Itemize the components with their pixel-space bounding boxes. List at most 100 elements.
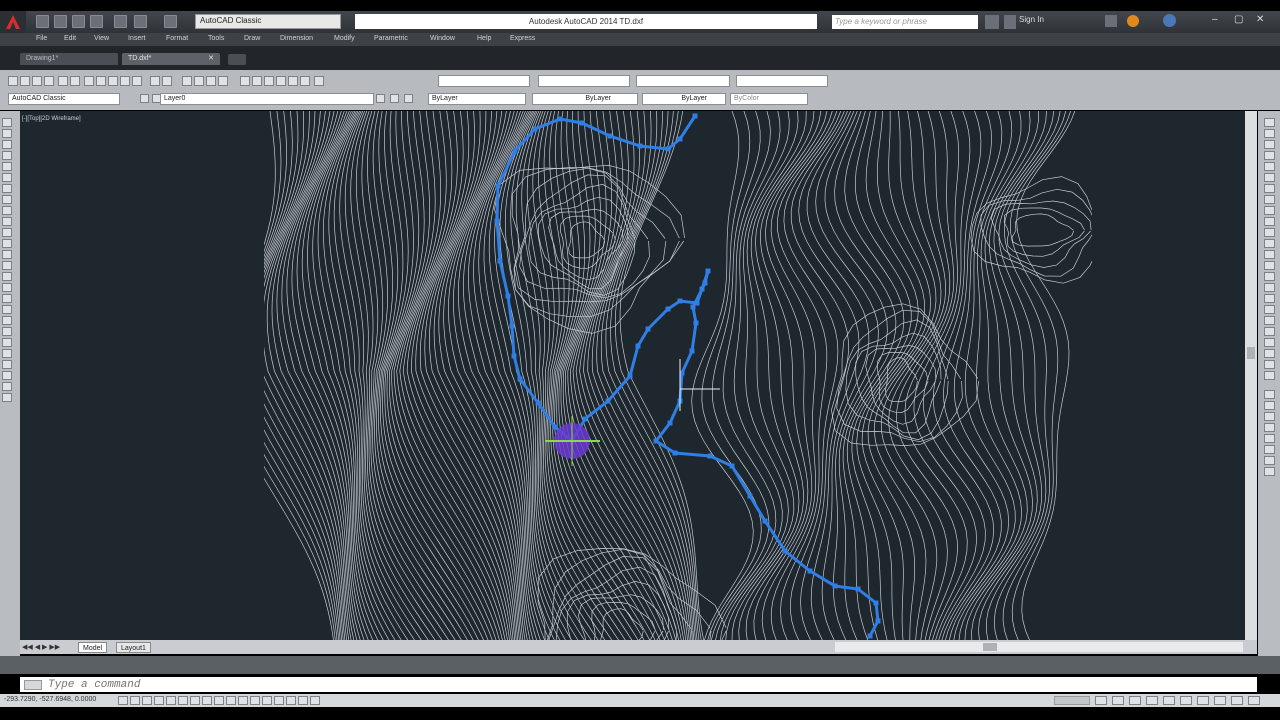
status-tray-icon-8[interactable] [1214, 696, 1226, 705]
draw-tool-icon-20[interactable] [2, 327, 12, 336]
open-file-icon[interactable] [20, 76, 30, 86]
extra-tool-icon-7[interactable] [1264, 456, 1275, 465]
layer-state-icon-2[interactable] [390, 94, 399, 103]
layout-nav-arrows-icon[interactable]: ◀◀ ◀ ▶ ▶▶ [22, 643, 60, 651]
properties-icon[interactable] [240, 76, 250, 86]
status-toggle-icon-12[interactable] [250, 696, 260, 705]
status-toggle-icon-14[interactable] [274, 696, 284, 705]
status-toggle-icon-2[interactable] [130, 696, 140, 705]
zoom-realtime-icon[interactable] [194, 76, 204, 86]
linetype-combo[interactable]: ByLayer [532, 93, 638, 105]
menu-file[interactable]: File [36, 35, 47, 42]
menu-modify[interactable]: Modify [334, 35, 355, 42]
model-space-button[interactable] [1054, 696, 1090, 705]
vertical-scrollbar[interactable] [1245, 111, 1257, 641]
polyline-grip[interactable] [699, 286, 705, 292]
command-input[interactable] [48, 678, 548, 691]
new-icon[interactable] [36, 15, 49, 28]
draw-tool-icon-3[interactable] [2, 140, 12, 149]
draw-tool-icon-12[interactable] [2, 239, 12, 248]
draw-tool-icon-23[interactable] [2, 360, 12, 369]
viewport-controls-label[interactable]: [-][Top][2D Wireframe] [22, 116, 81, 122]
extra-tool-icon-3[interactable] [1264, 412, 1275, 421]
polyline-grip[interactable] [582, 416, 588, 422]
polyline-grip[interactable] [690, 304, 696, 310]
tab-model[interactable]: Model [78, 642, 108, 653]
plot-icon[interactable] [114, 15, 127, 28]
status-tray-icon-5[interactable] [1163, 696, 1175, 705]
status-toggle-icon-10[interactable] [226, 696, 236, 705]
status-tray-icon-9[interactable] [1231, 696, 1243, 705]
modify-tool-icon-12[interactable] [1264, 239, 1275, 248]
markup-icon[interactable] [288, 76, 298, 86]
extra-tool-icon-1[interactable] [1264, 390, 1275, 399]
modify-tool-icon-14[interactable] [1264, 261, 1275, 270]
status-toggle-icon-16[interactable] [298, 696, 308, 705]
pan-icon[interactable] [182, 76, 192, 86]
polyline-grip[interactable] [653, 438, 659, 444]
color-combo[interactable]: ByLayer [428, 93, 526, 105]
plotstyle-combo[interactable]: ByColor [730, 93, 808, 105]
vertical-scroll-thumb[interactable] [1247, 347, 1255, 359]
polyline-grip[interactable] [672, 450, 678, 456]
subscription-icon[interactable] [1127, 15, 1139, 27]
status-tray-icon-2[interactable] [1112, 696, 1124, 705]
polyline-grip[interactable] [494, 218, 500, 224]
polyline-grip[interactable] [665, 306, 671, 312]
polyline-grip[interactable] [579, 120, 585, 126]
polyline-grip[interactable] [557, 116, 563, 122]
modify-tool-icon-15[interactable] [1264, 272, 1275, 281]
polyline-grip[interactable] [637, 143, 643, 149]
status-toggle-icon-13[interactable] [262, 696, 272, 705]
new-tab-icon[interactable] [228, 54, 246, 65]
polyline-grip[interactable] [532, 126, 538, 132]
extra-tool-icon-4[interactable] [1264, 423, 1275, 432]
menu-draw[interactable]: Draw [244, 35, 260, 42]
status-toggle-icon-9[interactable] [214, 696, 224, 705]
modify-tool-icon-10[interactable] [1264, 217, 1275, 226]
polyline-grip[interactable] [512, 148, 518, 154]
draw-tool-icon-4[interactable] [2, 151, 12, 160]
tab-drawing1[interactable]: Drawing1* [20, 53, 118, 65]
draw-tool-icon-15[interactable] [2, 272, 12, 281]
polyline-grip[interactable] [645, 326, 651, 332]
menu-dimension[interactable]: Dimension [280, 35, 313, 42]
close-tab-icon[interactable]: ✕ [208, 53, 214, 65]
modify-tool-icon-20[interactable] [1264, 327, 1275, 336]
status-toggle-icon-15[interactable] [286, 696, 296, 705]
polyline-grip[interactable] [693, 320, 699, 326]
status-toggle-icon-17[interactable] [310, 696, 320, 705]
undo-icon[interactable] [134, 15, 147, 28]
polyline-grip[interactable] [509, 323, 515, 329]
status-toggle-icon-4[interactable] [154, 696, 164, 705]
multileader-combo[interactable] [736, 75, 828, 87]
lineweight-combo[interactable]: ByLayer [642, 93, 726, 105]
modify-tool-icon-1[interactable] [1264, 118, 1275, 127]
menu-parametric[interactable]: Parametric [374, 35, 408, 42]
modify-tool-icon-4[interactable] [1264, 151, 1275, 160]
menu-help[interactable]: Help [477, 35, 491, 42]
polyline-grip[interactable] [692, 113, 698, 119]
modify-tool-icon-5[interactable] [1264, 162, 1275, 171]
draw-tool-icon-18[interactable] [2, 305, 12, 314]
workspace-select[interactable]: AutoCAD Classic [195, 14, 341, 29]
horizontal-scrollbar[interactable] [835, 642, 1243, 652]
polyline-grip[interactable] [665, 146, 671, 152]
status-toggle-icon-7[interactable] [190, 696, 200, 705]
status-toggle-icon-6[interactable] [178, 696, 188, 705]
paste-icon[interactable] [108, 76, 118, 86]
design-center-icon[interactable] [252, 76, 262, 86]
search-input[interactable]: Type a keyword or phrase [832, 15, 978, 29]
menu-edit[interactable]: Edit [64, 35, 76, 42]
modify-tool-icon-19[interactable] [1264, 316, 1275, 325]
menu-window[interactable]: Window [430, 35, 455, 42]
layer-combo[interactable]: Layer0 [160, 93, 374, 105]
draw-tool-icon-2[interactable] [2, 129, 12, 138]
user-icon[interactable] [1004, 15, 1016, 29]
sign-in-button[interactable]: Sign In [1019, 15, 1044, 24]
menu-express[interactable]: Express [510, 35, 535, 42]
autocad-logo-icon[interactable] [0, 11, 26, 33]
draw-tool-icon-25[interactable] [2, 382, 12, 391]
polyline-grip[interactable] [707, 453, 713, 459]
close-icon[interactable]: ✕ [1256, 14, 1264, 25]
